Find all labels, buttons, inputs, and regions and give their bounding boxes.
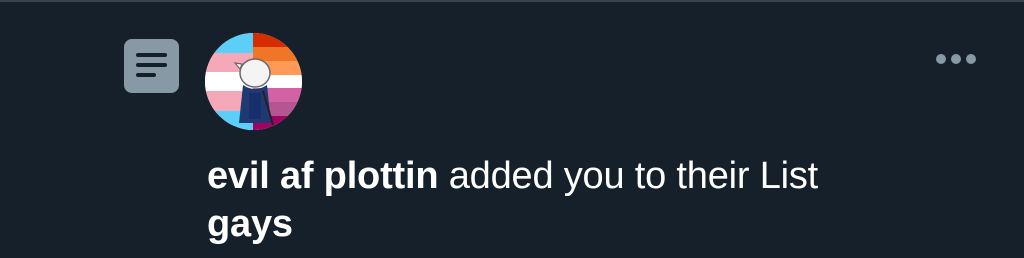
avatar-image xyxy=(205,33,302,130)
more-options-icon xyxy=(936,54,946,64)
list-name-link[interactable]: gays xyxy=(207,200,997,248)
more-options-button[interactable] xyxy=(928,40,984,80)
list-icon xyxy=(124,39,179,93)
more-options-icon-dot xyxy=(966,54,976,64)
user-name-link[interactable]: evil af plottin xyxy=(207,155,439,197)
top-divider xyxy=(0,0,1024,2)
notification-action-text: added you to their List xyxy=(438,155,819,197)
notification-text: evil af plottin added you to their List … xyxy=(207,152,997,248)
more-options-icon-dot xyxy=(951,54,961,64)
user-avatar[interactable] xyxy=(205,33,302,130)
